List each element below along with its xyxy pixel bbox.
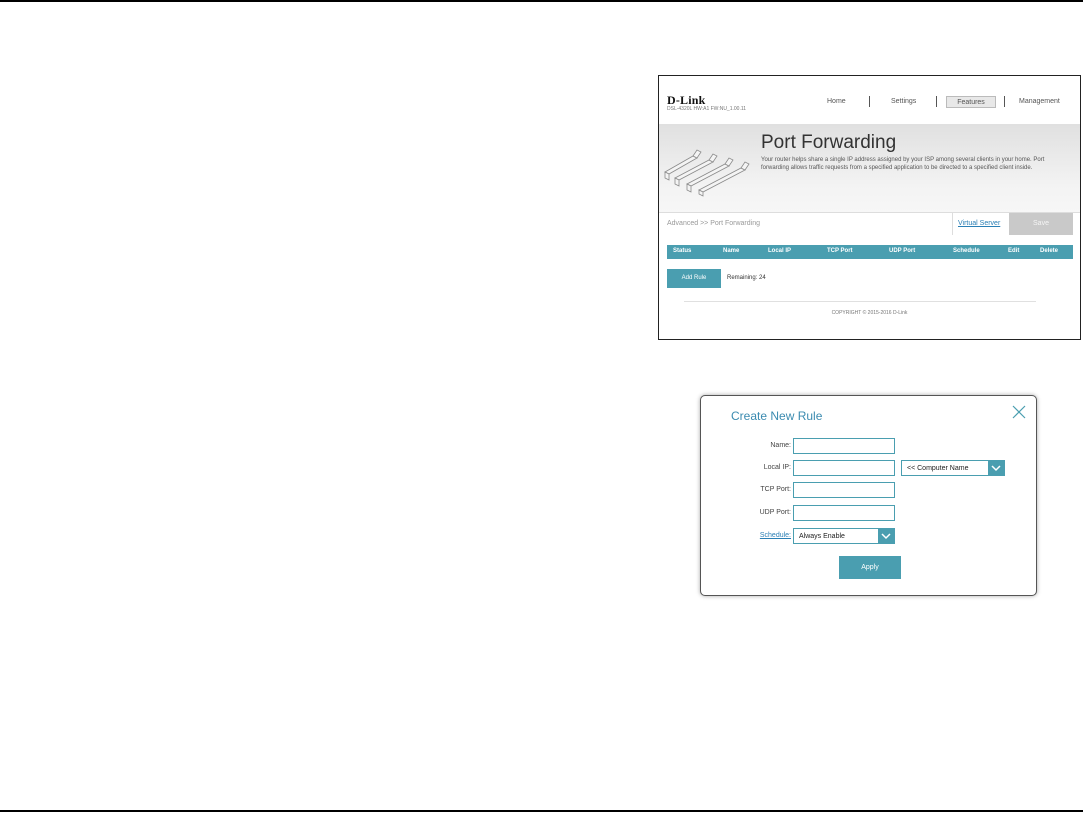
nav-home[interactable]: Home	[827, 98, 846, 105]
dialog-title: Create New Rule	[731, 409, 823, 423]
apply-button[interactable]: Apply	[839, 556, 901, 579]
rules-table-header: Status Name Local IP TCP Port UDP Port S…	[667, 245, 1073, 259]
remaining-count: Remaining: 24	[727, 275, 766, 281]
column-header-delete: Delete	[1040, 248, 1059, 254]
column-header-local-ip: Local IP	[768, 248, 792, 254]
nav-settings[interactable]: Settings	[891, 98, 916, 105]
router-header: D-Link DSL-4320L HW:A1 FW:NU_1.00.11 Hom…	[659, 76, 1080, 124]
top-rule	[0, 0, 1083, 2]
close-icon[interactable]	[1011, 404, 1027, 420]
column-header-edit: Edit	[1008, 248, 1020, 254]
local-ip-input[interactable]	[793, 460, 895, 476]
chevron-down-icon[interactable]	[878, 529, 894, 543]
hardware-info: DSL-4320L HW:A1 FW:NU_1.00.11	[667, 106, 747, 112]
stairs-illustration-icon	[664, 149, 750, 197]
schedule-select[interactable]: Always Enable	[793, 528, 895, 544]
page-banner: Port Forwarding Your router helps share …	[659, 124, 1080, 213]
create-rule-dialog: Create New Rule Name: Local IP: << Compu…	[700, 395, 1037, 596]
nav-features[interactable]: Features	[946, 96, 996, 108]
nav-divider	[936, 96, 937, 107]
name-input[interactable]	[793, 438, 895, 454]
nav-features-label: Features	[957, 99, 985, 106]
computer-name-value: << Computer Name	[907, 465, 969, 472]
page-title: Port Forwarding	[761, 132, 897, 153]
port-forwarding-screenshot: D-Link DSL-4320L HW:A1 FW:NU_1.00.11 Hom…	[658, 75, 1081, 340]
save-button[interactable]: Save	[1009, 213, 1073, 235]
tcp-port-label: TCP Port:	[760, 486, 791, 493]
local-ip-label: Local IP:	[763, 464, 791, 471]
add-rule-button[interactable]: Add Rule	[667, 269, 721, 288]
virtual-server-link[interactable]: Virtual Server	[958, 220, 1000, 227]
nav-divider	[869, 96, 870, 107]
footer-divider	[684, 301, 1036, 302]
tcp-port-input[interactable]	[793, 482, 895, 498]
schedule-link[interactable]: Schedule:	[701, 532, 791, 539]
column-header-name: Name	[723, 248, 740, 254]
bottom-rule	[0, 810, 1083, 812]
nav-management[interactable]: Management	[1019, 98, 1060, 105]
nav-divider	[1004, 96, 1005, 107]
breadcrumb: Advanced >> Port Forwarding	[667, 220, 760, 227]
column-header-schedule: Schedule	[953, 248, 980, 254]
name-label: Name:	[770, 442, 791, 449]
page-description: Your router helps share a single IP addr…	[761, 157, 1045, 171]
udp-port-input[interactable]	[793, 505, 895, 521]
column-header-udp-port: UDP Port	[889, 248, 916, 254]
schedule-value: Always Enable	[799, 533, 845, 540]
virtual-server-tab: Virtual Server	[952, 213, 1009, 235]
udp-port-label: UDP Port:	[759, 509, 791, 516]
chevron-down-icon[interactable]	[988, 461, 1004, 475]
copyright-text: COPYRIGHT © 2015-2016 D-Link	[831, 310, 908, 316]
computer-name-select[interactable]: << Computer Name	[901, 460, 1005, 476]
column-header-tcp-port: TCP Port	[827, 248, 853, 254]
column-header-status: Status	[673, 248, 692, 254]
